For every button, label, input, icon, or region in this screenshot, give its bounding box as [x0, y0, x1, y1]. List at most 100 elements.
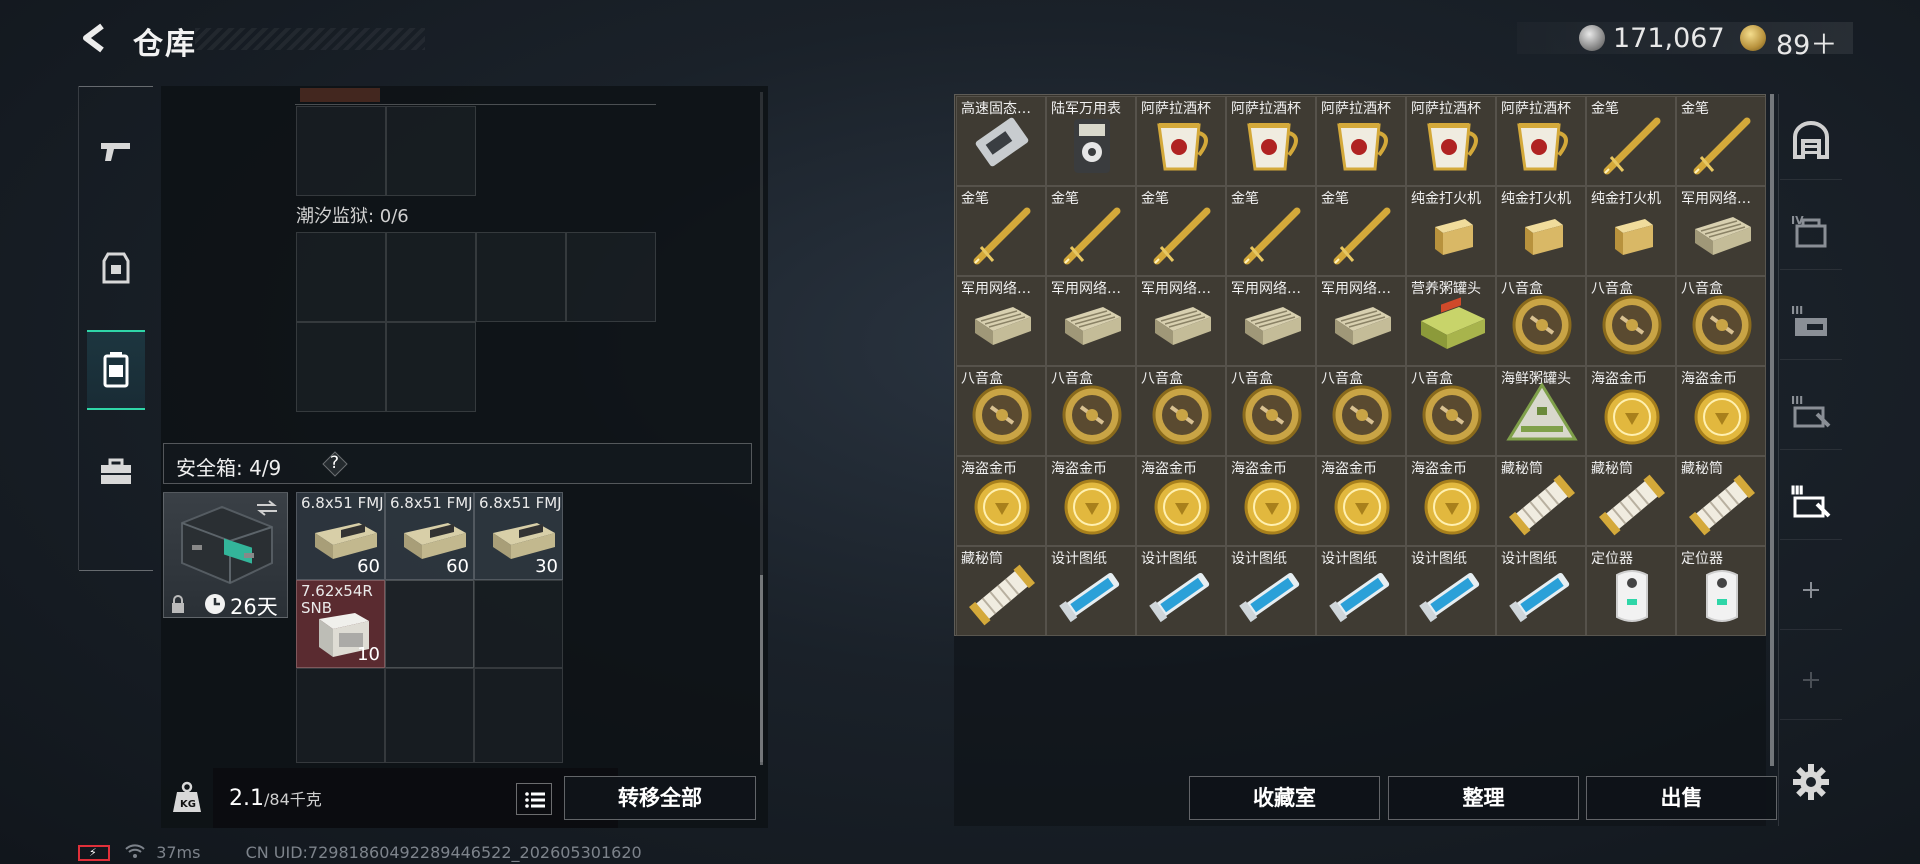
warehouse-item[interactable]: 陆军万用表: [1046, 96, 1136, 186]
gold-balance[interactable]: 89＋: [1776, 23, 1837, 62]
nav-toolbox[interactable]: [87, 432, 145, 512]
warehouse-item[interactable]: 金笔: [1136, 186, 1226, 276]
warehouse-item[interactable]: 海盗金币: [956, 456, 1046, 546]
nav-armor[interactable]: [87, 228, 145, 308]
warehouse-item[interactable]: 金笔: [1316, 186, 1406, 276]
list-view-button[interactable]: [516, 783, 552, 815]
warehouse-item[interactable]: 八音盒: [1046, 366, 1136, 456]
grid-cell[interactable]: [296, 668, 385, 763]
ammo-item[interactable]: 6.8x51 FMJ 60: [385, 492, 474, 580]
grid-cell[interactable]: [385, 668, 474, 763]
warehouse-item[interactable]: 设计图纸: [1226, 546, 1316, 636]
warehouse-item[interactable]: 阿萨拉酒杯: [1496, 96, 1586, 186]
nav-backpack[interactable]: [87, 330, 145, 410]
warehouse-item[interactable]: 金笔: [956, 186, 1046, 276]
warehouse-item[interactable]: 藏秘筒: [1586, 456, 1676, 546]
grid-cell[interactable]: [296, 322, 386, 412]
warehouse-item[interactable]: 设计图纸: [1496, 546, 1586, 636]
warehouse-item[interactable]: 藏秘筒: [956, 546, 1046, 636]
warehouse-item[interactable]: 设计图纸: [1406, 546, 1496, 636]
warehouse-item[interactable]: 设计图纸: [1316, 546, 1406, 636]
grid-cell[interactable]: [386, 232, 476, 322]
nav-weapons[interactable]: [87, 112, 145, 192]
tab-add-storage[interactable]: [1780, 550, 1842, 630]
ammo-name: 6.8x51 FMJ: [301, 494, 384, 512]
warehouse-item[interactable]: 军用网络…: [1676, 186, 1766, 276]
ammo-item[interactable]: 6.8x51 FMJ 60: [296, 492, 385, 580]
grid-cell[interactable]: [474, 668, 563, 763]
tab-storage-iii-b[interactable]: III: [1780, 370, 1842, 450]
warehouse-item[interactable]: 八音盒: [1406, 366, 1496, 456]
warehouse-item[interactable]: 营养粥罐头: [1406, 276, 1496, 366]
warehouse-item[interactable]: 定位器: [1676, 546, 1766, 636]
warehouse-item[interactable]: 纯金打火机: [1496, 186, 1586, 276]
warehouse-item[interactable]: 海盗金币: [1586, 366, 1676, 456]
warehouse-item[interactable]: 军用网络…: [1316, 276, 1406, 366]
warehouse-item[interactable]: 海盗金币: [1226, 456, 1316, 546]
warehouse-item[interactable]: 八音盒: [956, 366, 1046, 456]
tab-storage-iii-a[interactable]: III: [1780, 280, 1842, 360]
warehouse-item[interactable]: 高速固态…: [956, 96, 1046, 186]
warehouse-item[interactable]: 阿萨拉酒杯: [1316, 96, 1406, 186]
grid-cell[interactable]: [474, 580, 563, 668]
back-button[interactable]: [76, 20, 112, 56]
warehouse-item[interactable]: 阿萨拉酒杯: [1406, 96, 1496, 186]
warehouse-item[interactable]: 金笔: [1586, 96, 1676, 186]
grid-cell[interactable]: [386, 106, 476, 196]
tab-all-storage[interactable]: [1780, 100, 1842, 180]
organize-button[interactable]: 整理: [1388, 776, 1579, 820]
item-name: 金笔: [1051, 191, 1079, 207]
warehouse-item[interactable]: 纯金打火机: [1586, 186, 1676, 276]
warehouse-item[interactable]: 海盗金币: [1316, 456, 1406, 546]
gold-coin-icon[interactable]: [1740, 25, 1766, 51]
warehouse-item[interactable]: 海盗金币: [1676, 366, 1766, 456]
collection-room-button[interactable]: 收藏室: [1189, 776, 1380, 820]
safebox-card[interactable]: 26天: [163, 492, 288, 619]
warehouse-item[interactable]: 八音盒: [1226, 366, 1316, 456]
warehouse-item[interactable]: 八音盒: [1676, 276, 1766, 366]
currency-display: 171,067 89＋: [1517, 22, 1853, 61]
ammo-item[interactable]: 7.62x54R SNB 10: [296, 580, 385, 668]
warehouse-item[interactable]: 八音盒: [1316, 366, 1406, 456]
ammo-item[interactable]: 6.8x51 FMJ 30: [474, 492, 563, 580]
warehouse-scrollbar[interactable]: [1770, 94, 1774, 766]
swap-icon[interactable]: [254, 499, 280, 517]
grid-cell[interactable]: [386, 322, 476, 412]
tab-storage-iii-c[interactable]: III: [1780, 460, 1842, 540]
tab-storage-iv[interactable]: IV: [1780, 190, 1842, 270]
warehouse-item[interactable]: 藏秘筒: [1496, 456, 1586, 546]
warehouse-item[interactable]: 海盗金币: [1136, 456, 1226, 546]
warehouse-item[interactable]: 八音盒: [1136, 366, 1226, 456]
warehouse-item[interactable]: 金笔: [1676, 96, 1766, 186]
help-button[interactable]: ?: [322, 451, 348, 477]
warehouse-item[interactable]: 阿萨拉酒杯: [1226, 96, 1316, 186]
transfer-all-button[interactable]: 转移全部: [564, 776, 756, 820]
warehouse-item[interactable]: 金笔: [1046, 186, 1136, 276]
grid-cell[interactable]: [476, 232, 566, 322]
grid-cell[interactable]: [566, 232, 656, 322]
warehouse-item[interactable]: 阿萨拉酒杯: [1136, 96, 1226, 186]
warehouse-item[interactable]: 八音盒: [1496, 276, 1586, 366]
settings-button[interactable]: [1791, 762, 1831, 802]
warehouse-item[interactable]: 纯金打火机: [1406, 186, 1496, 276]
warehouse-item[interactable]: 八音盒: [1586, 276, 1676, 366]
warehouse-item[interactable]: 设计图纸: [1136, 546, 1226, 636]
inventory-scrollbar-thumb[interactable]: [760, 575, 763, 765]
warehouse-item[interactable]: 军用网络…: [1046, 276, 1136, 366]
grid-cell[interactable]: [385, 580, 474, 668]
warehouse-item[interactable]: 金笔: [1226, 186, 1316, 276]
warehouse-item[interactable]: 海盗金币: [1406, 456, 1496, 546]
grid-cell[interactable]: [296, 106, 386, 196]
warehouse-item[interactable]: 藏秘筒: [1676, 456, 1766, 546]
top-bar: 仓库 171,067 89＋: [0, 0, 1920, 80]
warehouse-item[interactable]: 军用网络…: [956, 276, 1046, 366]
sell-button[interactable]: 出售: [1586, 776, 1777, 820]
warehouse-item[interactable]: 军用网络…: [1136, 276, 1226, 366]
warehouse-item[interactable]: 海鲜粥罐头: [1496, 366, 1586, 456]
warehouse-item[interactable]: 设计图纸: [1046, 546, 1136, 636]
warehouse-item[interactable]: 定位器: [1586, 546, 1676, 636]
item-name: 藏秘筒: [1591, 461, 1633, 477]
grid-cell[interactable]: [296, 232, 386, 322]
warehouse-item[interactable]: 军用网络…: [1226, 276, 1316, 366]
warehouse-item[interactable]: 海盗金币: [1046, 456, 1136, 546]
